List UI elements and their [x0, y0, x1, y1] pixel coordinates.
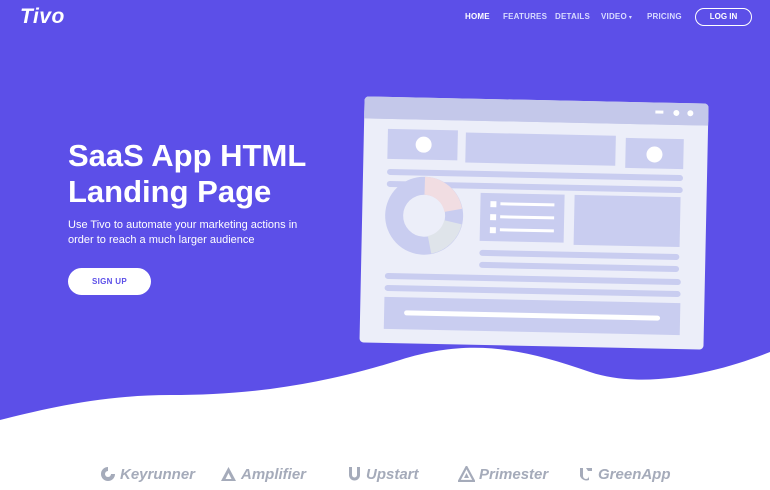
- partner-name: Primester: [479, 465, 549, 483]
- nav-item-pricing[interactable]: PRICING: [647, 12, 682, 21]
- nav-item-details[interactable]: DETAILS: [555, 12, 590, 21]
- nav-item-home[interactable]: HOME: [465, 12, 490, 21]
- login-button[interactable]: LOG IN: [695, 8, 752, 26]
- partner-name: Amplifier: [241, 465, 307, 483]
- nav-item-features[interactable]: FEATURES: [503, 12, 547, 21]
- signup-button[interactable]: SIGN UP: [68, 268, 151, 295]
- partner-name: Keyrunner: [120, 465, 196, 483]
- hero-title-line-2: Landing Page: [68, 174, 272, 209]
- chevron-down-icon: ▾: [628, 15, 633, 21]
- hero-section: Tivo HOME FEATURES DETAILS VIDEO ▾ PRICIN…: [0, 0, 770, 430]
- partner-name: GreenApp: [598, 465, 671, 483]
- partner-keyrunner: Keyrunner: [100, 464, 195, 484]
- partner-logos: Keyrunner Amplifier Upstart Primester Gr…: [0, 464, 770, 488]
- partner-primester: Primester: [458, 464, 548, 484]
- primester-logo-icon: [458, 466, 475, 482]
- hero-title: SaaS App HTML Landing Page: [68, 138, 358, 210]
- nav-item-video[interactable]: VIDEO ▾: [601, 12, 632, 21]
- hero-subtitle: Use Tivo to automate your marketing acti…: [68, 219, 298, 246]
- dashboard-mockup-illustration: [359, 96, 709, 350]
- partner-greenapp: GreenApp: [578, 464, 671, 484]
- amplifier-logo-icon: [221, 467, 236, 481]
- hero-title-line-1: SaaS App HTML: [68, 138, 307, 173]
- keyrunner-logo-icon: [101, 467, 115, 481]
- upstart-logo-icon: [349, 467, 360, 481]
- partner-name: Upstart: [366, 465, 419, 483]
- nav-item-video-label: VIDEO: [601, 12, 627, 21]
- partner-upstart: Upstart: [347, 464, 419, 484]
- main-nav: HOME FEATURES DETAILS VIDEO ▾ PRICING: [0, 12, 770, 26]
- partner-amplifier: Amplifier: [220, 464, 306, 484]
- greenapp-logo-icon: [580, 468, 592, 481]
